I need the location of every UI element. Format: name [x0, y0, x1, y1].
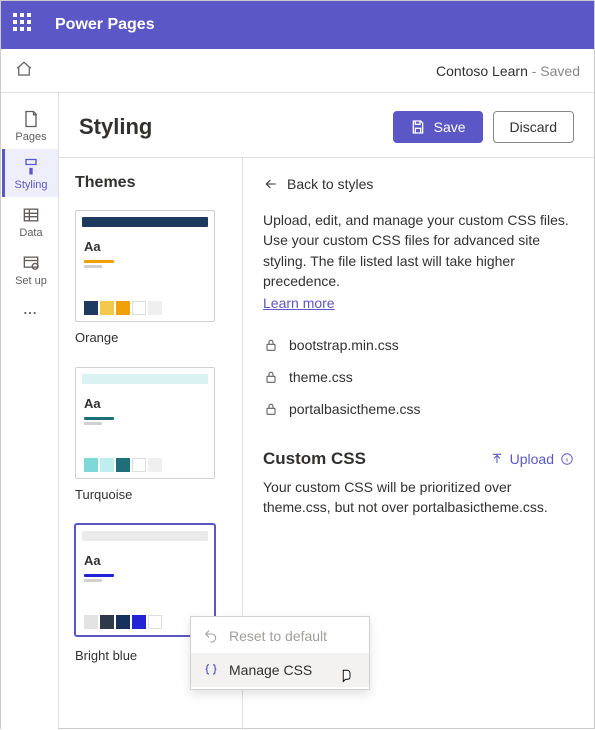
rail-label: Data — [19, 227, 42, 239]
theme-name: Bright blue — [75, 648, 204, 663]
rail-label: Set up — [15, 275, 47, 287]
save-icon — [410, 119, 426, 135]
css-file-name: portalbasictheme.css — [289, 401, 421, 417]
back-to-styles-link[interactable]: Back to styles — [263, 176, 373, 192]
css-file-row[interactable]: theme.css — [263, 361, 574, 393]
upload-label: Upload — [510, 451, 554, 467]
rail-label: Styling — [14, 179, 47, 191]
rail-item-data[interactable]: Data — [2, 197, 58, 245]
theme-name: Turquoise — [75, 487, 228, 502]
upload-icon — [490, 452, 504, 466]
info-icon[interactable] — [560, 452, 574, 466]
learn-more-link[interactable]: Learn more — [263, 295, 335, 311]
custom-css-title: Custom CSS — [263, 449, 490, 469]
home-icon[interactable] — [15, 60, 33, 81]
css-file-row[interactable]: bootstrap.min.css — [263, 329, 574, 361]
save-status: - Saved — [528, 63, 580, 79]
lock-icon — [263, 401, 279, 417]
custom-css-description: Your custom CSS will be prioritized over… — [263, 477, 574, 518]
rail-item-pages[interactable]: Pages — [2, 101, 58, 149]
app-title: Power Pages — [55, 16, 155, 34]
menu-label: Manage CSS — [229, 662, 312, 678]
rail-item-styling[interactable]: Styling — [2, 149, 58, 197]
content-header: Styling Save Discard — [59, 93, 594, 158]
lock-icon — [263, 369, 279, 385]
table-icon — [21, 205, 41, 225]
css-description: Upload, edit, and manage your custom CSS… — [263, 210, 574, 291]
menu-label: Reset to default — [229, 628, 327, 644]
theme-context-menu: Reset to default Manage CSS — [190, 616, 370, 690]
braces-icon — [203, 662, 219, 678]
css-file-row[interactable]: portalbasictheme.css — [263, 393, 574, 425]
site-bar: Contoso Learn - Saved — [1, 49, 594, 93]
theme-thumbnail: Aa — [75, 210, 215, 322]
save-button[interactable]: Save — [393, 111, 483, 143]
upload-link[interactable]: Upload — [490, 451, 574, 467]
app-header: Power Pages — [1, 1, 594, 49]
menu-item-reset[interactable]: Reset to default — [191, 619, 369, 653]
app-launcher-icon[interactable] — [13, 13, 37, 37]
left-rail: Pages Styling Data Set up — [1, 93, 59, 730]
arrow-left-icon — [263, 176, 279, 192]
menu-item-manage-css[interactable]: Manage CSS — [191, 653, 369, 687]
lock-icon — [263, 337, 279, 353]
undo-icon — [203, 628, 219, 644]
theme-card-turquoise[interactable]: Aa Turquoise — [75, 367, 228, 502]
rail-item-setup[interactable]: Set up — [2, 245, 58, 293]
back-label: Back to styles — [287, 176, 373, 192]
theme-name: Orange — [75, 330, 228, 345]
setup-icon — [21, 253, 41, 273]
page-title: Styling — [79, 114, 393, 140]
css-file-name: theme.css — [289, 369, 353, 385]
save-label: Save — [434, 119, 466, 135]
custom-css-header: Custom CSS Upload — [263, 449, 574, 469]
brush-icon — [21, 157, 41, 177]
rail-label: Pages — [15, 131, 46, 143]
rail-more-icon[interactable] — [14, 297, 46, 332]
site-status: Contoso Learn - Saved — [436, 63, 580, 79]
page-icon — [21, 109, 41, 129]
theme-thumbnail: Aa — [75, 367, 215, 479]
discard-label: Discard — [510, 119, 557, 135]
theme-card-orange[interactable]: Aa Orange — [75, 210, 228, 345]
discard-button[interactable]: Discard — [493, 111, 574, 143]
site-name: Contoso Learn — [436, 63, 528, 79]
themes-title: Themes — [75, 174, 228, 192]
css-file-name: bootstrap.min.css — [289, 337, 399, 353]
